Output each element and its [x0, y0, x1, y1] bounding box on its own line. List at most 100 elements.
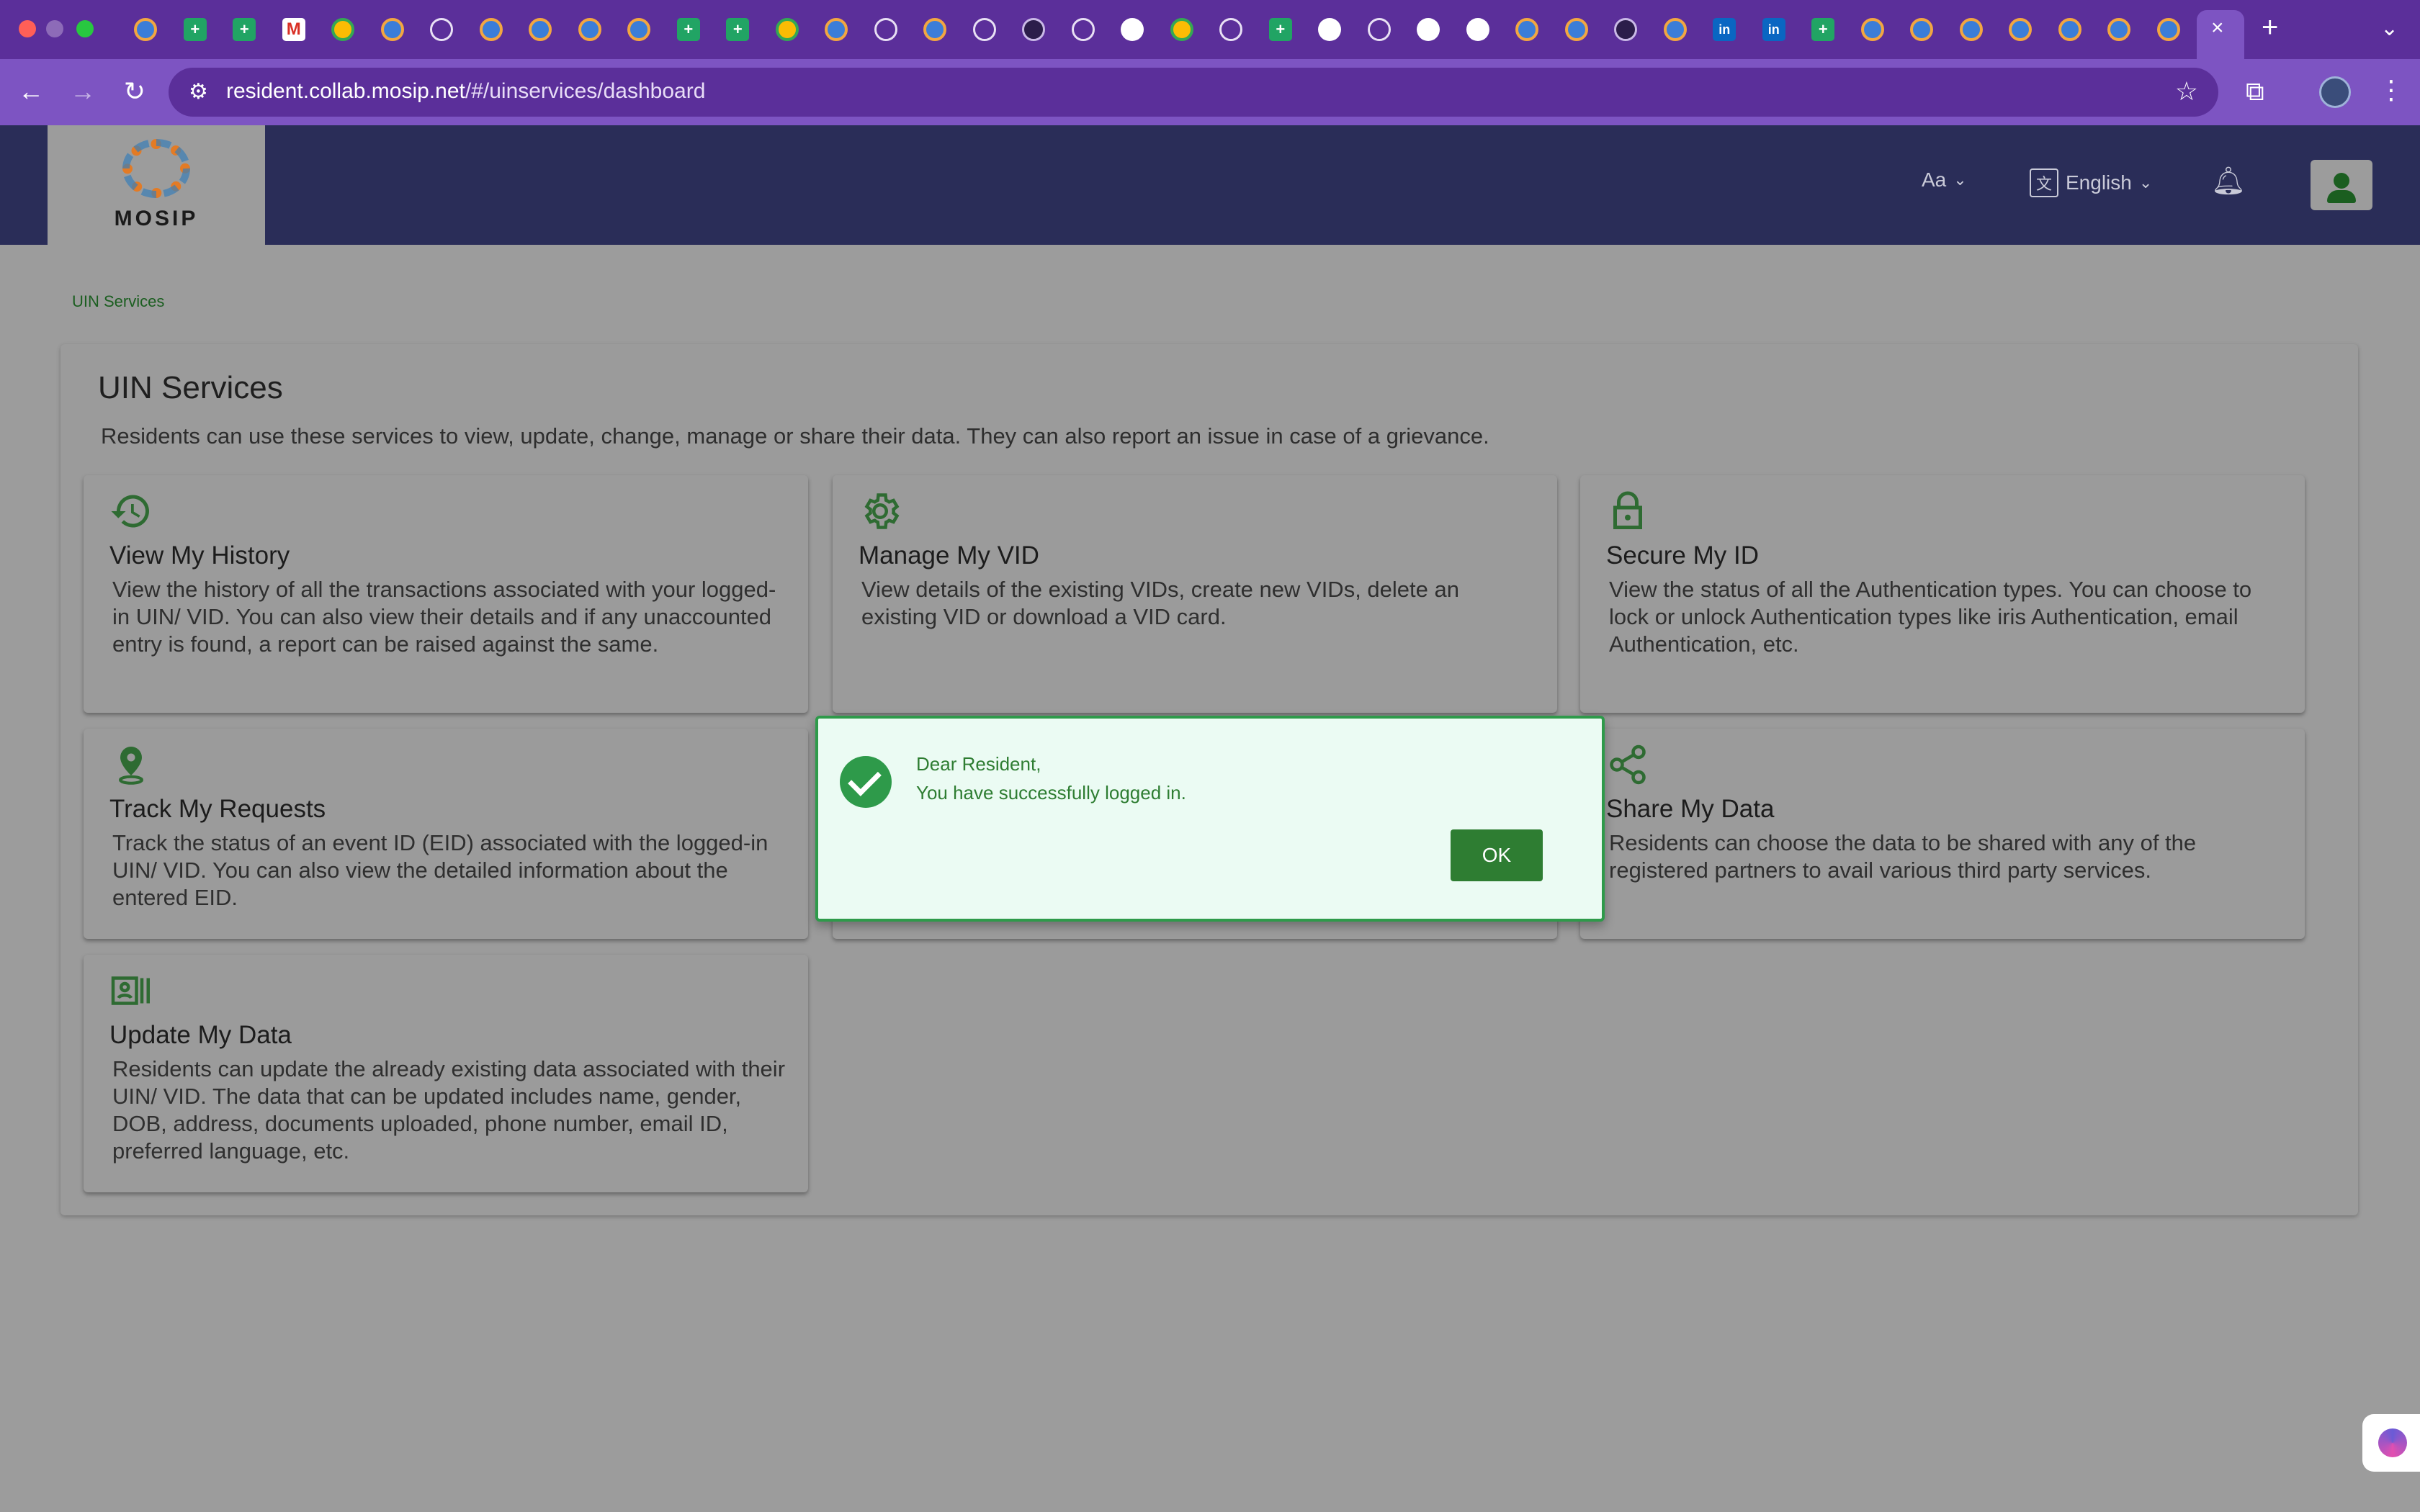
browser-tab[interactable] — [1996, 14, 2045, 45]
site-info-icon[interactable]: ⚙ — [189, 79, 208, 104]
notification-bell-icon[interactable]: 🔔︎ — [2211, 166, 2246, 197]
browser-tab[interactable] — [1009, 14, 1059, 45]
service-card-manage-vid[interactable]: Manage My VID View details of the existi… — [833, 475, 1557, 713]
tab-favicon-icon — [825, 18, 848, 41]
dialog-message: You have successfully logged in. — [916, 782, 1186, 804]
browser-tab[interactable] — [1108, 14, 1157, 45]
service-card-secure-id[interactable]: Secure My ID View the status of all the … — [1580, 475, 2305, 713]
browser-tab[interactable] — [1059, 14, 1108, 45]
tab-favicon-icon — [923, 18, 947, 41]
window-close-button[interactable] — [19, 20, 36, 37]
browser-tab[interactable]: + — [664, 14, 714, 45]
browser-tab[interactable] — [1502, 14, 1552, 45]
browser-menu-icon[interactable]: ⋮ — [2378, 75, 2404, 105]
tab-favicon-icon — [1318, 18, 1342, 41]
browser-tab[interactable] — [368, 14, 418, 45]
browser-tab[interactable] — [1157, 14, 1207, 45]
browser-tab[interactable]: + — [220, 14, 269, 45]
browser-tab[interactable] — [565, 14, 615, 45]
service-card-view-history[interactable]: View My History View the history of all … — [84, 475, 808, 713]
browser-tab[interactable] — [960, 14, 1010, 45]
mosip-logo[interactable]: MOSIP — [48, 125, 265, 245]
tab-favicon-icon: + — [1268, 18, 1292, 41]
browser-tab[interactable] — [2094, 14, 2144, 45]
browser-tab[interactable] — [1848, 14, 1898, 45]
browser-tab[interactable] — [1601, 14, 1651, 45]
bookmark-star-icon[interactable]: ☆ — [2175, 76, 2198, 107]
tab-favicon-icon — [1367, 18, 1391, 41]
browser-tab[interactable] — [2144, 14, 2194, 45]
id-card-icon — [109, 969, 153, 1012]
ok-button[interactable]: OK — [1451, 829, 1543, 881]
browser-tab[interactable]: M — [269, 14, 319, 45]
language-dropdown[interactable]: 文 English ⌄ — [2030, 168, 2152, 197]
font-size-dropdown[interactable]: Aa ⌄ — [1922, 168, 1967, 192]
browser-tab[interactable] — [1305, 14, 1355, 45]
address-bar[interactable]: ⚙ resident.collab.mosip.net/#/uinservice… — [169, 68, 2218, 117]
browser-tab[interactable] — [121, 14, 171, 45]
browser-tab[interactable] — [1651, 14, 1700, 45]
tab-favicon-icon — [972, 18, 996, 41]
browser-tab[interactable] — [1947, 14, 1996, 45]
browser-tab[interactable] — [614, 14, 664, 45]
browser-tab[interactable] — [318, 14, 368, 45]
browser-tab[interactable] — [1404, 14, 1453, 45]
card-description: View the history of all the transactions… — [112, 577, 776, 657]
tab-favicon-icon: in — [1713, 18, 1736, 41]
tab-close-icon[interactable]: × — [2211, 16, 2224, 40]
tab-search-chevron-icon[interactable]: ⌄ — [2380, 16, 2398, 41]
url-text[interactable]: resident.collab.mosip.net/#/uinservices/… — [226, 79, 705, 104]
browser-tab[interactable] — [910, 14, 960, 45]
new-tab-button[interactable]: + — [2262, 12, 2278, 44]
brain-icon — [2378, 1428, 2407, 1457]
card-description: Residents can update the already existin… — [112, 1056, 786, 1164]
browser-tab[interactable] — [516, 14, 565, 45]
forward-arrow-icon[interactable]: → — [65, 73, 101, 109]
card-title: Secure My ID — [1606, 541, 1759, 570]
tab-favicon-icon — [775, 18, 799, 41]
browser-tab-strip: + + M + + + in in + × + ⌄ — [0, 0, 2420, 59]
card-title: Share My Data — [1606, 795, 1775, 823]
tab-favicon-icon — [529, 18, 552, 41]
browser-tab[interactable] — [763, 14, 812, 45]
window-minimize-button[interactable] — [46, 20, 63, 37]
browser-tab[interactable] — [812, 14, 861, 45]
breadcrumb[interactable]: UIN Services — [72, 292, 164, 311]
service-card-update-data[interactable]: Update My Data Residents can update the … — [84, 955, 808, 1192]
tab-favicon-icon — [2107, 18, 2131, 41]
card-description: View details of the existing VIDs, creat… — [861, 577, 1459, 629]
browser-tab[interactable] — [467, 14, 516, 45]
browser-tab[interactable] — [1552, 14, 1602, 45]
back-arrow-icon[interactable]: ← — [13, 73, 49, 109]
browser-tab[interactable] — [417, 14, 467, 45]
browser-tab[interactable] — [2045, 14, 2095, 45]
floating-assistant-button[interactable] — [2362, 1414, 2420, 1472]
window-zoom-button[interactable] — [76, 20, 94, 37]
browser-tab[interactable]: in — [1700, 14, 1749, 45]
browser-tab[interactable]: + — [1798, 14, 1848, 45]
tab-favicon-icon — [1663, 18, 1687, 41]
browser-tab[interactable] — [1206, 14, 1256, 45]
tab-favicon-icon: M — [282, 18, 305, 41]
browser-tab[interactable]: + — [713, 14, 763, 45]
browser-profile-avatar[interactable] — [2319, 76, 2351, 108]
browser-tab[interactable] — [1355, 14, 1404, 45]
service-card-share-data[interactable]: Share My Data Residents can choose the d… — [1580, 729, 2305, 939]
browser-tab[interactable]: + — [171, 14, 220, 45]
user-profile-button[interactable] — [2311, 160, 2372, 210]
tab-favicon-icon: + — [233, 18, 256, 41]
browser-tab[interactable]: in — [1749, 14, 1799, 45]
dialog-greeting: Dear Resident, — [916, 753, 1041, 775]
browser-tab[interactable] — [1453, 14, 1503, 45]
service-card-track-requests[interactable]: Track My Requests Track the status of an… — [84, 729, 808, 939]
logo-text: MOSIP — [114, 207, 199, 230]
tab-favicon-icon: + — [1811, 18, 1835, 41]
mosip-logo-mark — [122, 139, 190, 198]
extensions-puzzle-icon[interactable]: ⧉ — [2246, 76, 2264, 107]
reload-icon[interactable]: ↻ — [117, 73, 153, 109]
browser-tab[interactable]: + — [1256, 14, 1306, 45]
tab-favicon-icon — [331, 18, 355, 41]
browser-tab[interactable] — [1897, 14, 1947, 45]
tab-favicon-icon — [1170, 18, 1193, 41]
browser-tab[interactable] — [861, 14, 911, 45]
